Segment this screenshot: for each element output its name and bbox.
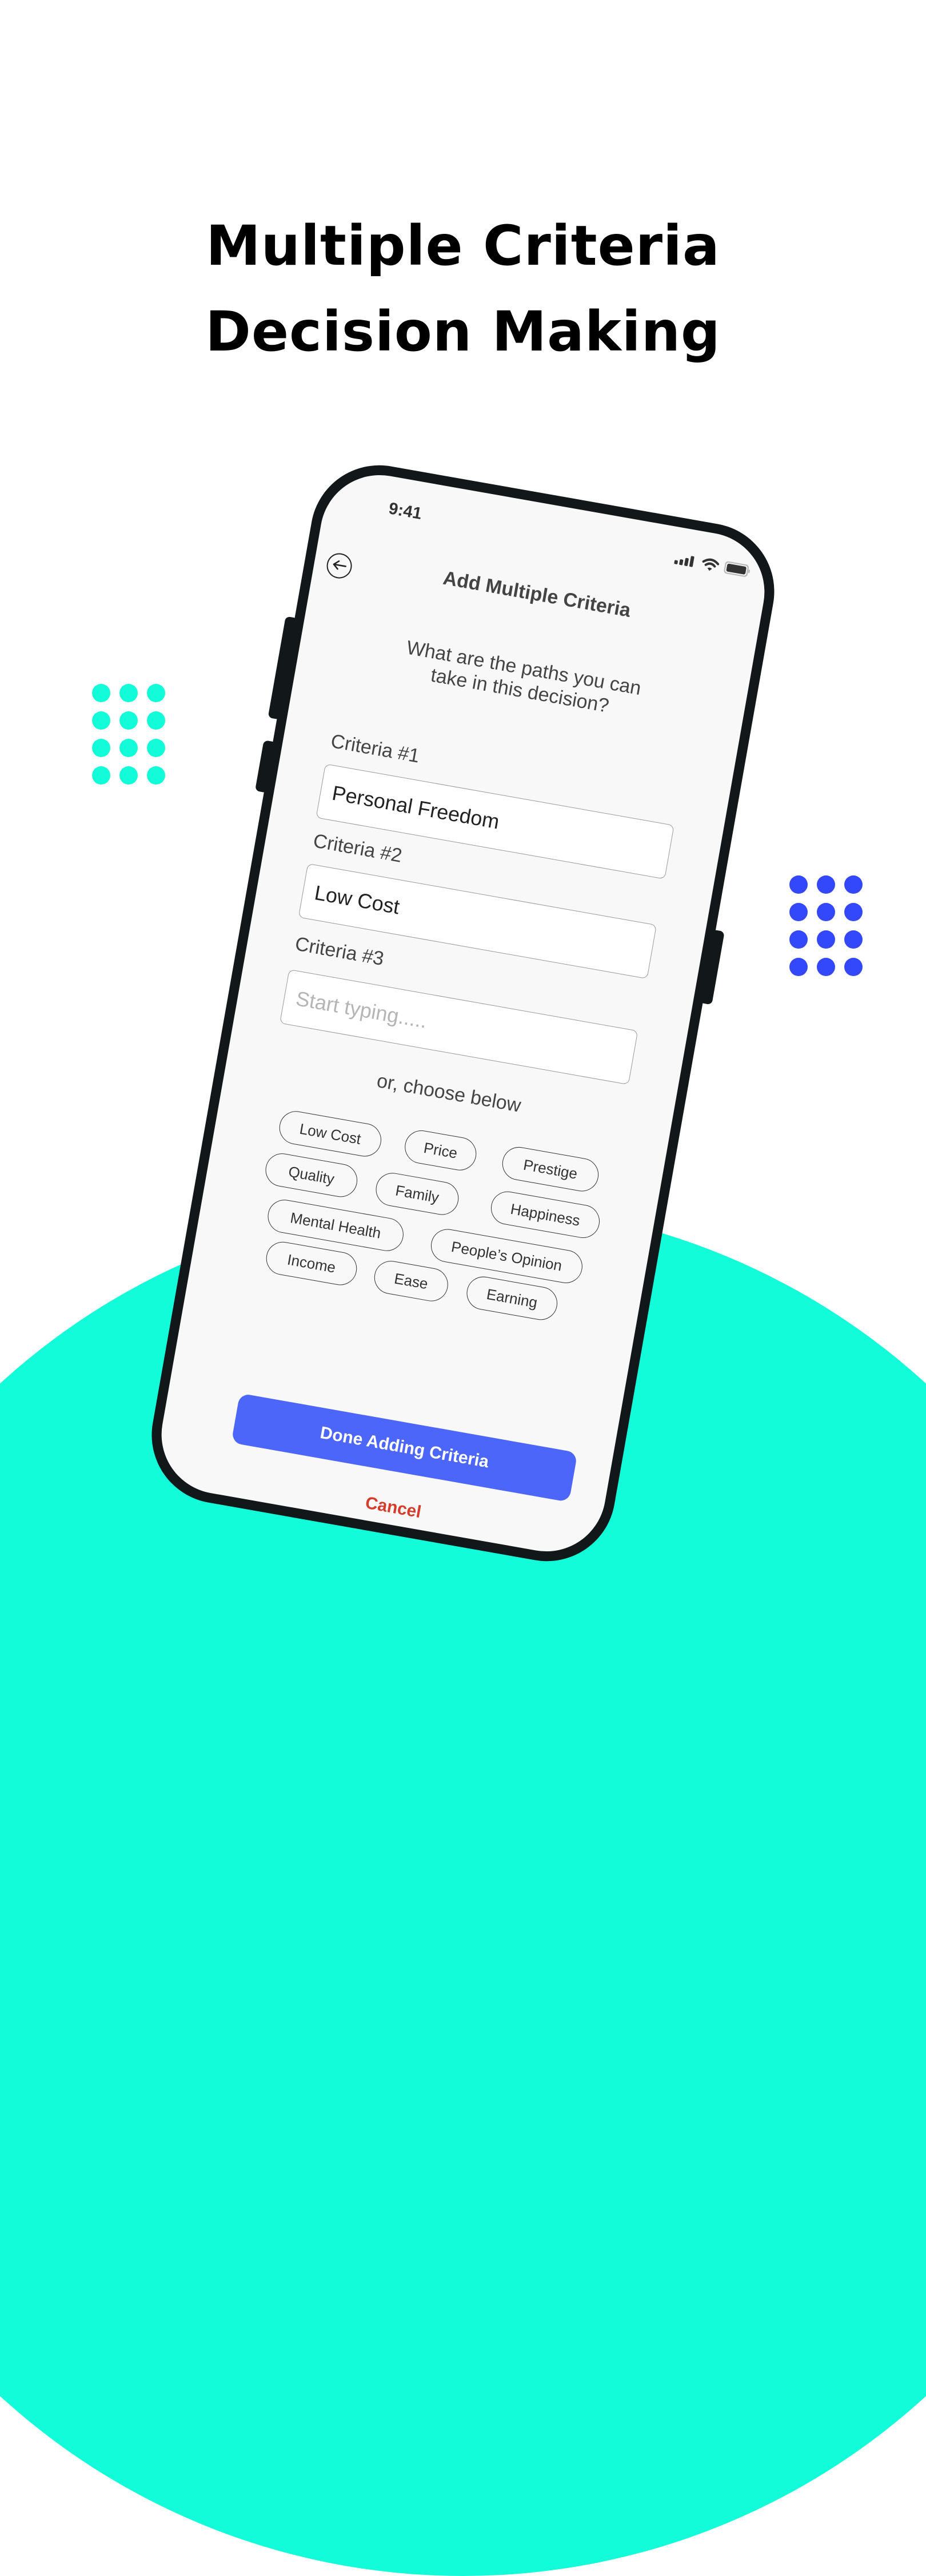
chip-prestige[interactable]: Prestige (500, 1144, 601, 1195)
page-headline: Multiple Criteria Decision Making (0, 203, 926, 375)
chip-earning[interactable]: Earning (464, 1274, 560, 1323)
criteria-2-label: Criteria #2 (312, 830, 404, 867)
criteria-3-label: Criteria #3 (293, 933, 386, 970)
decorative-dot (147, 684, 165, 702)
decorative-dot (92, 739, 110, 757)
chip-income[interactable]: Income (264, 1239, 360, 1288)
chip-low-cost[interactable]: Low Cost (277, 1108, 384, 1160)
decorative-dot (92, 684, 110, 702)
decorative-dot (119, 684, 138, 702)
decorative-dot (119, 739, 138, 757)
blue-dot-grid-decoration (789, 875, 863, 976)
chip-ease[interactable]: Ease (372, 1258, 451, 1304)
criteria-1-label: Criteria #1 (329, 730, 421, 767)
chip-quality[interactable]: Quality (262, 1150, 360, 1200)
decorative-dot (817, 903, 835, 921)
decorative-dot (147, 766, 165, 785)
battery-icon (723, 561, 752, 581)
headline-line-2: Decision Making (205, 300, 721, 364)
wifi-icon (700, 557, 720, 575)
decorative-dot (789, 875, 808, 894)
decorative-dot (817, 875, 835, 894)
decorative-dot (789, 958, 808, 976)
decorative-dot (119, 766, 138, 785)
status-icons (673, 552, 752, 580)
decorative-dot (844, 958, 863, 976)
decorative-dot (92, 766, 110, 785)
teal-dot-grid-decoration (92, 684, 165, 785)
chip-happiness[interactable]: Happiness (488, 1189, 602, 1241)
decorative-dot (119, 711, 138, 730)
decorative-dot (844, 903, 863, 921)
decorative-dot (844, 875, 863, 894)
decorative-dot (147, 739, 165, 757)
decorative-dot (789, 930, 808, 949)
status-time: 9:41 (387, 499, 424, 523)
chip-family[interactable]: Family (373, 1170, 461, 1218)
chip-price[interactable]: Price (402, 1128, 479, 1173)
headline-line-1: Multiple Criteria (206, 214, 720, 278)
signal-icon (673, 552, 697, 570)
screen-subtitle: What are the paths you can take in this … (405, 636, 643, 717)
decorative-dot (147, 711, 165, 730)
decorative-dot (817, 930, 835, 949)
decorative-dot (789, 903, 808, 921)
decorative-dot (92, 711, 110, 730)
chip-peoples-opinion[interactable]: People’s Opinion (428, 1226, 585, 1286)
decorative-dot (844, 930, 863, 949)
decorative-dot (817, 958, 835, 976)
